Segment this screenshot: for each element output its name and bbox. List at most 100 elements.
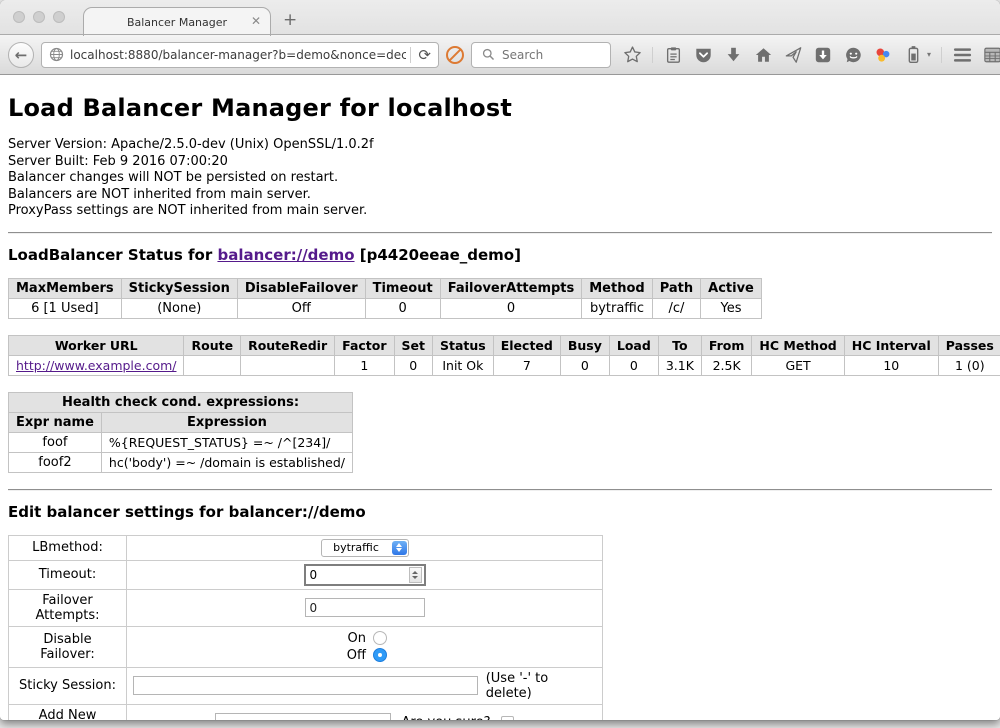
page-content: Load Balancer Manager for localhost Serv…	[0, 75, 1000, 720]
hc-interval-value: 10	[844, 355, 938, 375]
col-route: Route	[184, 335, 241, 355]
failover-on-radio[interactable]	[373, 631, 387, 645]
bookmark-star-icon[interactable]	[622, 45, 642, 65]
lbmethod-row: LBmethod: bytraffic	[9, 535, 603, 560]
disablefailover-value: Off	[237, 298, 365, 318]
server-info: Server Version: Apache/2.5.0-dev (Unix) …	[8, 137, 992, 220]
load-value: 0	[609, 355, 658, 375]
content-blocked-icon[interactable]	[446, 46, 464, 64]
worker-url-link[interactable]: http://www.example.com/	[16, 358, 176, 373]
window-controls	[13, 11, 65, 23]
send-tab-icon[interactable]	[783, 45, 803, 65]
to-value: 3.1K	[658, 355, 701, 375]
lbmethod-select[interactable]: bytraffic	[321, 539, 409, 557]
number-spinner-icon[interactable]	[409, 567, 422, 583]
back-button[interactable]: ←	[8, 42, 34, 68]
colored-dots-addon-icon[interactable]	[873, 45, 893, 65]
timeout-row: Timeout:	[9, 560, 603, 589]
proxypass-note-line: ProxyPass settings are NOT inherited fro…	[8, 203, 992, 220]
search-input[interactable]	[502, 48, 604, 62]
divider-1	[8, 232, 992, 234]
downloads-icon[interactable]	[723, 45, 743, 65]
minimize-window-button[interactable]	[33, 11, 45, 23]
col-expr-name: Expr name	[9, 412, 102, 432]
sticky-session-input[interactable]	[133, 676, 478, 695]
add-worker-input[interactable]	[215, 713, 391, 720]
toolbar-divider-2	[941, 47, 942, 63]
timeout-value: 0	[365, 298, 440, 318]
sticky-session-hint: (Use '-' to delete)	[486, 671, 596, 701]
balancer-demo-link[interactable]: balancer://demo	[217, 246, 354, 264]
timeout-input[interactable]	[306, 568, 409, 582]
col-method: Method	[582, 278, 652, 298]
tab-strip: Balancer Manager ✕ +	[0, 0, 1000, 35]
health-row-foof: foof %{REQUEST_STATUS} =~ /^[234]/	[9, 432, 353, 452]
col-busy: Busy	[560, 335, 609, 355]
col-to: To	[658, 335, 701, 355]
timeout-field-wrap	[304, 564, 426, 586]
search-icon	[478, 45, 498, 65]
addon-chevron-icon[interactable]: ▾	[927, 50, 931, 59]
balancer-header-row: MaxMembers StickySession DisableFailover…	[9, 278, 762, 298]
hc-method-value: GET	[752, 355, 844, 375]
routeredir-value	[241, 355, 335, 375]
sidebar-grid-icon[interactable]	[982, 45, 1000, 65]
health-table-title: Health check cond. expressions:	[9, 392, 353, 412]
col-active: Active	[701, 278, 762, 298]
factor-value: 1	[335, 355, 394, 375]
close-window-button[interactable]	[13, 11, 25, 23]
from-value: 2.5K	[701, 355, 752, 375]
zoom-window-button[interactable]	[53, 11, 65, 23]
new-tab-button[interactable]: +	[283, 10, 297, 30]
col-factor: Factor	[335, 335, 394, 355]
url-bar[interactable]: ⟳	[41, 42, 439, 68]
off-label: Off	[342, 647, 366, 664]
expression-foof2: hc('body') =~ /domain is established/	[101, 452, 352, 472]
server-version-line: Server Version: Apache/2.5.0-dev (Unix) …	[8, 137, 992, 154]
health-check-table: Health check cond. expressions: Expr nam…	[8, 392, 353, 473]
reload-icon[interactable]: ⟳	[415, 46, 434, 64]
failover-attempts-label: Failover Attempts:	[9, 589, 127, 626]
add-worker-label: Add New Worker:	[9, 704, 127, 720]
col-failoverattempts: FailoverAttempts	[440, 278, 582, 298]
battery-addon-icon[interactable]	[903, 45, 923, 65]
are-you-sure-checkbox[interactable]	[501, 716, 514, 720]
menu-icon[interactable]	[952, 45, 972, 65]
col-hc-method: HC Method	[752, 335, 844, 355]
persist-note-line: Balancer changes will NOT be persisted o…	[8, 170, 992, 187]
stickysession-value: (None)	[121, 298, 237, 318]
reading-list-icon[interactable]	[663, 45, 683, 65]
feedback-smiley-icon[interactable]	[843, 45, 863, 65]
are-you-sure-label: Are you sure?	[401, 715, 490, 720]
lbmethod-label: LBmethod:	[9, 535, 127, 560]
home-icon[interactable]	[753, 45, 773, 65]
disable-failover-label: Disable Failover:	[9, 626, 127, 667]
failover-off-radio[interactable]	[373, 648, 387, 662]
col-disablefailover: DisableFailover	[237, 278, 365, 298]
tab-balancer-manager[interactable]: Balancer Manager ✕	[83, 7, 271, 36]
pocket-icon[interactable]	[693, 45, 713, 65]
close-tab-icon[interactable]: ✕	[251, 15, 261, 27]
col-maxmembers: MaxMembers	[9, 278, 122, 298]
toolbar-buttons: ▾	[622, 45, 1000, 65]
maxmembers-value: 6 [1 Used]	[9, 298, 122, 318]
expr-name-foof2: foof2	[9, 452, 102, 472]
search-bar[interactable]	[471, 42, 611, 68]
url-input[interactable]	[70, 48, 406, 62]
worker-table: Worker URL Route RouteRedir Factor Set S…	[8, 335, 1000, 376]
col-worker-url: Worker URL	[9, 335, 184, 355]
balancer-status-table: MaxMembers StickySession DisableFailover…	[8, 278, 762, 319]
globe-icon	[46, 45, 66, 65]
col-from: From	[701, 335, 752, 355]
tab-title: Balancer Manager	[127, 16, 227, 29]
status-heading-suffix: [p4420eeae_demo]	[355, 246, 521, 264]
active-value: Yes	[701, 298, 762, 318]
status-value: Init Ok	[433, 355, 494, 375]
sticky-session-row: Sticky Session: (Use '-' to delete)	[9, 667, 603, 704]
failoverattempts-value: 0	[440, 298, 582, 318]
inherit-note-line: Balancers are NOT inherited from main se…	[8, 187, 992, 204]
health-title-row: Health check cond. expressions:	[9, 392, 353, 412]
failover-attempts-input[interactable]	[305, 598, 425, 617]
save-page-icon[interactable]	[813, 45, 833, 65]
passes-value: 1 (0)	[938, 355, 1000, 375]
